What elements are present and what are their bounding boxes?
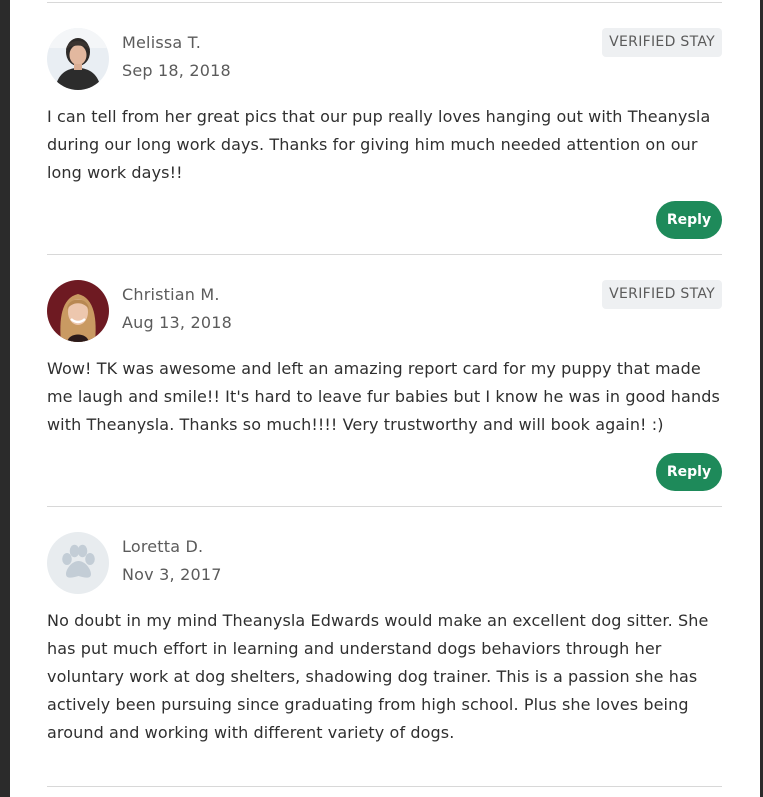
reviewer-name: Melissa T. <box>122 33 202 52</box>
reviewer-name: Loretta D. <box>122 537 204 556</box>
reply-button[interactable]: Reply <box>656 453 722 491</box>
review-date: Sep 18, 2018 <box>122 61 231 80</box>
divider <box>47 2 722 3</box>
review-text: I can tell from her great pics that our … <box>47 107 711 182</box>
review-date: Aug 13, 2018 <box>122 313 232 332</box>
reviewer-name: Christian M. <box>122 285 220 304</box>
avatar[interactable] <box>47 28 109 90</box>
review-date: Nov 3, 2017 <box>122 565 222 584</box>
reply-button[interactable]: Reply <box>656 201 722 239</box>
divider <box>47 506 722 507</box>
verified-stay-badge: VERIFIED STAY <box>602 280 722 309</box>
review-text: Wow! TK was awesome and left an amazing … <box>47 359 720 434</box>
reviews-panel: Melissa T. Sep 18, 2018 VERIFIED STAY I … <box>10 0 760 797</box>
verified-stay-badge: VERIFIED STAY <box>602 28 722 57</box>
review-text: No doubt in my mind Theanysla Edwards wo… <box>47 611 709 742</box>
divider <box>47 254 722 255</box>
avatar[interactable] <box>47 280 109 342</box>
paw-icon[interactable] <box>47 532 109 594</box>
divider <box>47 786 722 787</box>
